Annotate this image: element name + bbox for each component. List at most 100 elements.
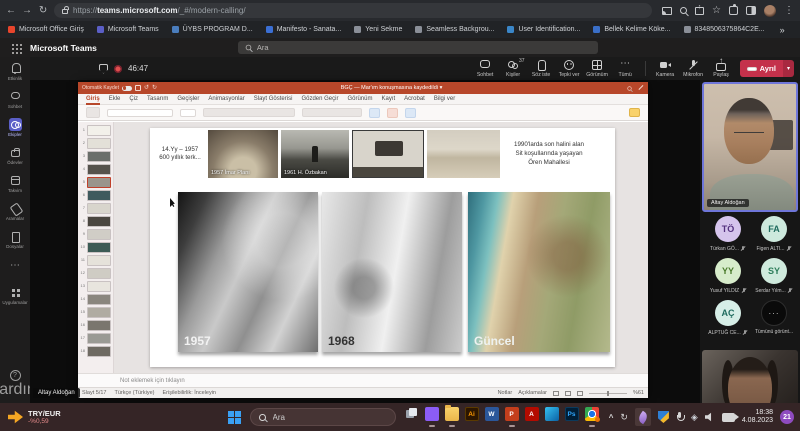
word-button[interactable]: W (484, 407, 499, 427)
ribbon-tab[interactable]: Gözden Geçir (301, 94, 338, 105)
bookmark[interactable]: Seamless Backgrou... (415, 26, 494, 33)
file-explorer-button[interactable] (444, 407, 459, 427)
slide-thumbnail[interactable]: 9 (78, 228, 113, 241)
speaker-icon[interactable] (705, 412, 715, 422)
paste-group-placeholder[interactable] (86, 107, 100, 118)
font-size-box[interactable] (180, 109, 196, 117)
feather-app-tray[interactable] (635, 408, 651, 426)
slide-thumbnail[interactable]: 5 (78, 176, 113, 189)
slideshow-view-icon[interactable] (577, 391, 583, 396)
bookmark[interactable]: Bellek Kelime Köke... (593, 26, 670, 33)
sidebar-item[interactable]: Sohbet (0, 85, 30, 113)
paragraph-group-placeholder[interactable] (203, 108, 295, 117)
tray-mic-icon[interactable] (676, 411, 684, 423)
participant-avatar[interactable]: AÇ ALPTUĞ CE... (706, 300, 750, 336)
slide-thumbnail[interactable]: 18 (78, 345, 113, 358)
acrobat-button[interactable]: A (524, 407, 539, 427)
powerpoint-button[interactable]: P (504, 407, 519, 427)
save-icon[interactable] (135, 85, 141, 91)
back-icon[interactable]: ← (6, 6, 16, 16)
forward-icon[interactable]: → (22, 6, 32, 16)
sidebar-item[interactable]: Ekipler (0, 113, 30, 141)
device-toolbar-button[interactable]: Paylaş (709, 59, 734, 78)
participants-overflow[interactable]: ··· Tümünü görünt... (752, 300, 796, 335)
participant-avatar[interactable]: YY Yusuf YILDIZ (706, 258, 750, 294)
bookmark-star-icon[interactable]: ☆ (712, 6, 721, 16)
sidebar-item[interactable]: Uygulamalar (0, 281, 30, 309)
ribbon-tab[interactable]: Çiz (129, 94, 138, 105)
slide-thumbnail[interactable]: 15 (78, 306, 113, 319)
currency-widget[interactable]: TRY/EUR -%0,59 (8, 409, 61, 426)
windows-security-icon[interactable] (658, 411, 669, 423)
notification-badge[interactable]: 21 (780, 410, 794, 424)
bookmark[interactable]: Yeni Sekme (354, 26, 402, 33)
designer-icon[interactable] (369, 108, 380, 118)
ribbon-tab[interactable]: Giriş (86, 94, 100, 105)
ribbon-tab[interactable]: Bilgi ver (434, 94, 455, 105)
teams-search-input[interactable] (257, 43, 591, 52)
bookmark[interactable]: 8348506375864C2E... (684, 26, 765, 33)
edge-button[interactable] (544, 407, 559, 427)
bookmark[interactable]: Microsoft Office Giriş (8, 26, 84, 33)
ribbon-tab[interactable]: Slayt Gösterisi (254, 94, 293, 105)
sidebar-item[interactable]: Aramalar (0, 197, 30, 225)
taskbar-clock[interactable]: 18:38 4.08.2023 (742, 409, 773, 426)
slide-thumbnail[interactable]: 6 (78, 189, 113, 202)
sidebar-item[interactable]: Ödevler (0, 141, 30, 169)
cast-icon[interactable] (662, 7, 672, 15)
tray-drive-icon[interactable]: ◈ (691, 412, 698, 423)
accessibility-status[interactable]: Erişilebilirlik: İnceleyin (163, 390, 217, 396)
device-toolbar-button[interactable]: Mikrofon (681, 59, 706, 78)
bookmark[interactable]: Manifesto - Sanata... (266, 26, 342, 33)
ribbon-tab[interactable]: Ekle (109, 94, 121, 105)
sidebar-item[interactable]: Takvim (0, 169, 30, 197)
sidebar-item-help[interactable]: ? Yardım (0, 370, 30, 399)
browser-profile-avatar[interactable] (764, 5, 776, 17)
reload-icon[interactable]: ↻ (38, 6, 48, 16)
device-toolbar-button[interactable]: Kamera (653, 59, 678, 78)
slide-thumbnail[interactable]: 7 (78, 202, 113, 215)
meeting-toolbar-button[interactable]: 37 Kişiler (501, 59, 526, 78)
tray-camera-icon[interactable] (722, 413, 735, 422)
start-button[interactable] (228, 411, 234, 417)
ppt-pen-icon[interactable] (638, 85, 643, 90)
browser-menu-icon[interactable]: ⋮ (784, 6, 794, 16)
slide-thumbnail[interactable]: 12 (78, 267, 113, 280)
meeting-toolbar-button[interactable]: Söz iste (529, 59, 554, 78)
adobe-pdf-icon[interactable] (387, 108, 398, 118)
illustrator-button[interactable]: Ai (464, 407, 479, 427)
presenter-video-tile[interactable]: Altay Aldoğan (702, 82, 798, 212)
participant-avatar[interactable]: SY Serdar Yılm... (752, 258, 796, 294)
slide-thumbnail[interactable]: 17 (78, 332, 113, 345)
ribbon-tab[interactable]: Kayıt (381, 94, 395, 105)
slide-thumbnail[interactable]: 10 (78, 241, 113, 254)
participant-video-tile[interactable] (702, 350, 798, 403)
slide-sorter-view-icon[interactable] (565, 391, 571, 396)
slide-thumbnail[interactable]: 1 (78, 124, 113, 137)
ribbon-tab[interactable]: Geçişler (177, 94, 199, 105)
undo-icon[interactable]: ↺ (144, 85, 149, 91)
redo-icon[interactable]: ↻ (152, 85, 157, 91)
zoom-level[interactable]: %61 (633, 390, 644, 396)
leave-button[interactable]: Ayrıl ▾ (740, 60, 794, 77)
meeting-toolbar-button[interactable]: Tepki ver (557, 59, 582, 78)
slide-thumbnail[interactable]: 8 (78, 215, 113, 228)
bookmark[interactable]: Microsoft Teams (97, 26, 159, 33)
slide-thumbnail[interactable]: 4 (78, 163, 113, 176)
meeting-toolbar-button[interactable]: Görünüm (585, 59, 610, 78)
sidebar-item[interactable]: Dosyalar (0, 225, 30, 253)
tray-expand-icon[interactable]: ^ (609, 413, 614, 422)
clipchamp-button[interactable] (424, 407, 439, 427)
bookmark[interactable]: User Identification... (507, 26, 580, 33)
slide-canvas[interactable]: 14.Yy – 1957 600 yıllık terk... 1957 İma… (150, 128, 615, 367)
bookmarks-overflow-icon[interactable]: » (780, 25, 785, 35)
ribbon-tab[interactable]: Görünüm (347, 94, 372, 105)
address-bar[interactable]: https://teams.microsoft.com/_#/modern-ca… (54, 3, 652, 18)
sync-icon[interactable]: ↻ (620, 412, 628, 423)
font-name-box[interactable] (107, 109, 173, 117)
language-status[interactable]: Türkçe (Türkiye) (114, 390, 154, 396)
participant-avatar[interactable]: FA Figen ALTI... (752, 216, 796, 252)
ribbon-tab[interactable]: Animasyonlar (208, 94, 244, 105)
extensions-icon[interactable] (729, 6, 738, 15)
slide-thumbnail[interactable]: 14 (78, 293, 113, 306)
